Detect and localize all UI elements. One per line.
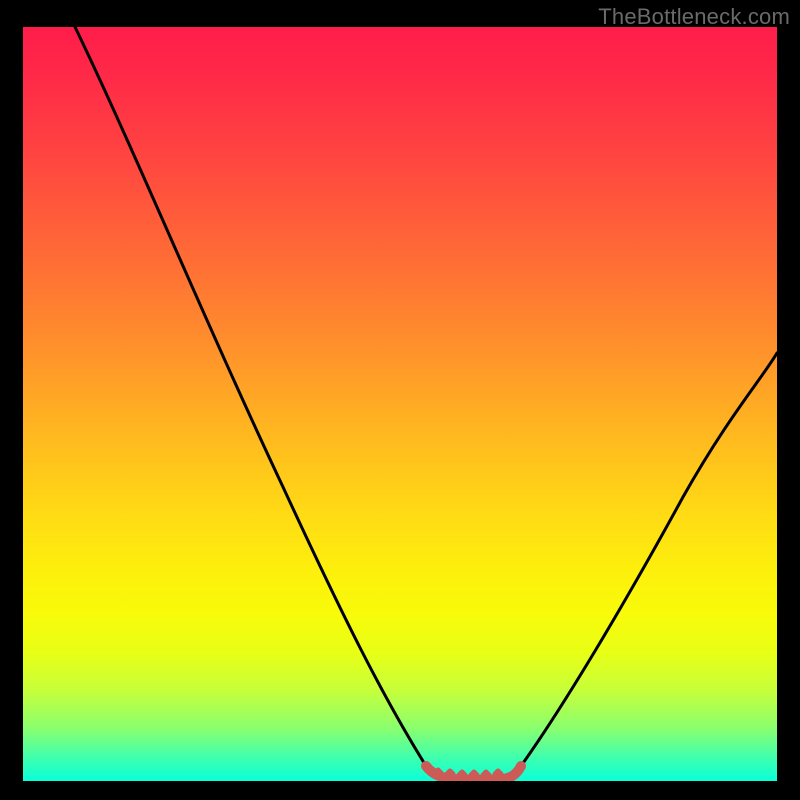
curve-overlay: [23, 27, 777, 781]
left-curve: [75, 27, 426, 766]
watermark-text: TheBottleneck.com: [598, 4, 790, 30]
chart-frame: TheBottleneck.com left-branch right-bran…: [0, 0, 800, 800]
right-curve: [521, 353, 777, 766]
valley-cap-texture: [435, 770, 501, 775]
plot-area: [23, 27, 777, 781]
